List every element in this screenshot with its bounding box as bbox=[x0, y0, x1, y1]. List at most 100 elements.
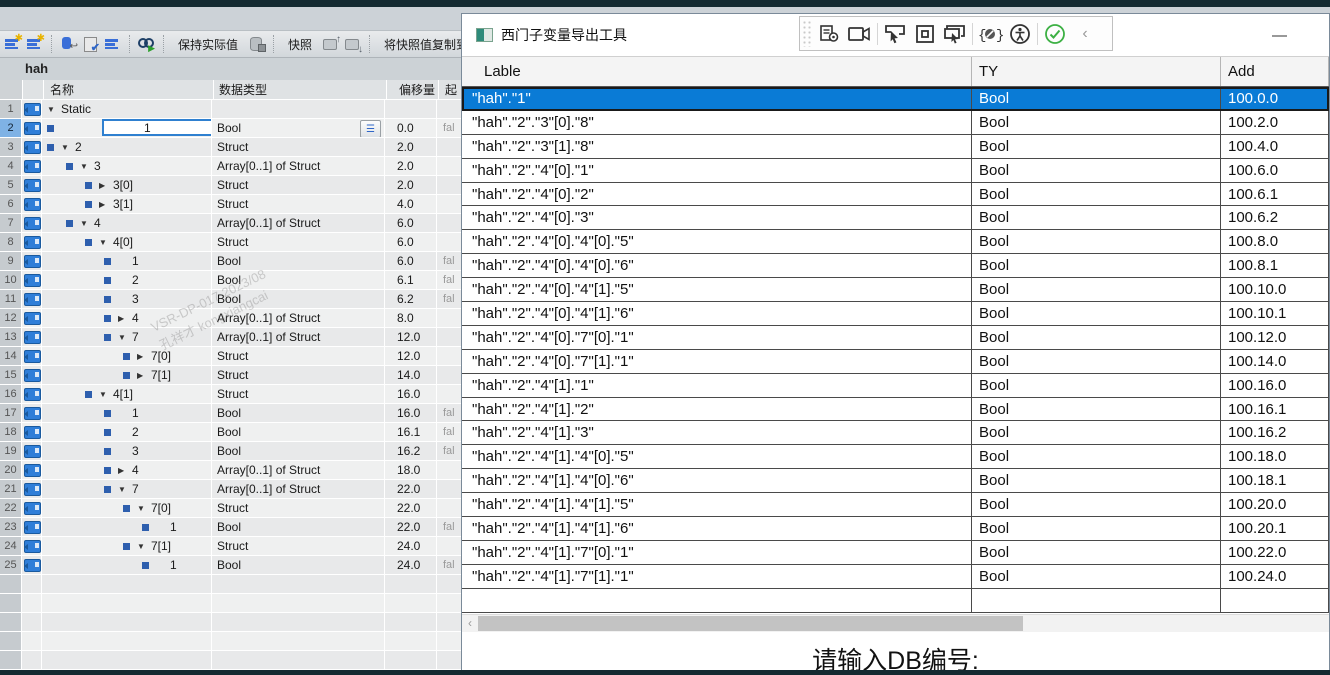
collapse-icon[interactable]: ▼ bbox=[118, 333, 132, 342]
export-row[interactable]: "hah"."2"."4"[1]."1"Bool100.16.0 bbox=[462, 374, 1329, 398]
snapshot-upload-icon[interactable]: ↑ bbox=[322, 36, 340, 52]
name-cell[interactable]: ▼7[0] bbox=[42, 499, 212, 518]
name-cell[interactable]: ▶7[0] bbox=[42, 347, 212, 366]
drag-handle[interactable] bbox=[802, 20, 812, 47]
name-cell[interactable]: ▼4 bbox=[42, 214, 212, 233]
datatype-cell[interactable]: Struct bbox=[212, 537, 385, 556]
select-element-icon[interactable] bbox=[880, 21, 910, 47]
expand-icon[interactable]: ▶ bbox=[99, 200, 113, 209]
name-cell[interactable]: 3 bbox=[42, 290, 212, 309]
add-column-header[interactable]: Add bbox=[1221, 57, 1329, 86]
name-column-header[interactable]: 名称 bbox=[44, 80, 214, 100]
datatype-cell[interactable]: Struct bbox=[212, 176, 385, 195]
name-cell[interactable]: ▼7 bbox=[42, 480, 212, 499]
snapshot-download-icon[interactable]: ↓ bbox=[344, 36, 362, 52]
datatype-cell[interactable]: Bool bbox=[212, 271, 385, 290]
keep-actual-values-button[interactable]: 保持实际值 bbox=[172, 36, 244, 53]
datatype-picker-button[interactable]: ☰ bbox=[360, 120, 381, 138]
keep-value-icon[interactable]: ↩ bbox=[60, 36, 78, 52]
name-cell[interactable]: ▶4 bbox=[42, 461, 212, 480]
select-window-icon[interactable] bbox=[940, 21, 970, 47]
name-cell[interactable]: ▼2 bbox=[42, 138, 212, 157]
accessibility-icon[interactable] bbox=[1005, 21, 1035, 47]
monitor-icon[interactable]: ▶ bbox=[138, 36, 156, 52]
collapse-icon[interactable]: ▼ bbox=[47, 105, 61, 114]
minimize-button[interactable]: — bbox=[1272, 27, 1287, 44]
name-edit-input[interactable]: 1 bbox=[102, 119, 212, 136]
name-cell[interactable]: 1 bbox=[42, 119, 212, 138]
scroll-left-arrow-icon[interactable]: ‹ bbox=[462, 616, 478, 630]
datatype-cell[interactable] bbox=[212, 100, 385, 119]
export-row[interactable]: "hah"."2"."4"[1]."4"[0]."6"Bool100.18.1 bbox=[462, 469, 1329, 493]
datatype-cell[interactable]: Bool☰ bbox=[212, 119, 385, 138]
inspect-target-icon[interactable] bbox=[815, 21, 845, 47]
export-row[interactable]: "hah"."2"."4"[0]."4"[1]."5"Bool100.10.0 bbox=[462, 278, 1329, 302]
db-lock-icon[interactable] bbox=[248, 36, 266, 52]
export-row[interactable]: "hah"."2"."3"[0]."8"Bool100.2.0 bbox=[462, 111, 1329, 135]
name-cell[interactable]: 1 bbox=[42, 404, 212, 423]
name-cell[interactable]: ▼7[1] bbox=[42, 537, 212, 556]
datatype-cell[interactable]: Bool bbox=[212, 290, 385, 309]
name-cell[interactable]: ▶4 bbox=[42, 309, 212, 328]
collapse-icon[interactable]: ‹ bbox=[1070, 21, 1100, 47]
datatype-cell[interactable]: Struct bbox=[212, 366, 385, 385]
collapse-icon[interactable]: ▼ bbox=[99, 390, 113, 399]
add-row-icon[interactable]: ✱ bbox=[26, 36, 44, 52]
ty-column-header[interactable]: TY bbox=[972, 57, 1221, 86]
export-row[interactable]: "hah"."2"."4"[1]."3"Bool100.16.2 bbox=[462, 421, 1329, 445]
datatype-cell[interactable]: Struct bbox=[212, 195, 385, 214]
datatype-cell[interactable]: Bool bbox=[212, 252, 385, 271]
expand-icon[interactable]: ▶ bbox=[137, 352, 151, 361]
export-row[interactable]: "hah"."2"."4"[0]."7"[0]."1"Bool100.12.0 bbox=[462, 326, 1329, 350]
name-cell[interactable]: ▼7 bbox=[42, 328, 212, 347]
offset-column-header[interactable]: 偏移量 bbox=[387, 80, 439, 100]
expand-icon[interactable]: ▶ bbox=[137, 371, 151, 380]
expand-icon[interactable]: ▶ bbox=[118, 466, 132, 475]
name-cell[interactable]: ▼4[0] bbox=[42, 233, 212, 252]
expand-icon[interactable]: ▶ bbox=[118, 314, 132, 323]
export-row[interactable]: "hah"."2"."4"[0]."4"[0]."6"Bool100.8.1 bbox=[462, 254, 1329, 278]
datatype-cell[interactable]: Array[0..1] of Struct bbox=[212, 214, 385, 233]
collapse-icon[interactable]: ▼ bbox=[80, 162, 94, 171]
export-row[interactable]: "hah"."2"."4"[1]."7"[1]."1"Bool100.24.0 bbox=[462, 565, 1329, 589]
code-braces-icon[interactable]: {} bbox=[975, 21, 1005, 47]
datatype-cell[interactable]: Array[0..1] of Struct bbox=[212, 157, 385, 176]
export-row[interactable]: "hah"."2"."4"[0]."3"Bool100.6.2 bbox=[462, 206, 1329, 230]
datatype-cell[interactable]: Bool bbox=[212, 556, 385, 575]
name-cell[interactable]: ▼3 bbox=[42, 157, 212, 176]
export-row[interactable]: "hah"."2"."4"[0]."4"[0]."5"Bool100.8.0 bbox=[462, 230, 1329, 254]
collapse-icon[interactable]: ▼ bbox=[61, 143, 75, 152]
collapse-icon[interactable]: ▼ bbox=[99, 238, 113, 247]
collapse-icon[interactable]: ▼ bbox=[118, 485, 132, 494]
sort-lines-icon[interactable] bbox=[104, 36, 122, 52]
datatype-cell[interactable]: Struct bbox=[212, 385, 385, 404]
select-region-icon[interactable] bbox=[910, 21, 940, 47]
datatype-cell[interactable]: Bool bbox=[212, 423, 385, 442]
horizontal-scrollbar[interactable]: ‹ bbox=[462, 614, 1329, 632]
datatype-cell[interactable]: Struct bbox=[212, 347, 385, 366]
export-row[interactable]: "hah"."2"."4"[1]."2"Bool100.16.1 bbox=[462, 398, 1329, 422]
datatype-cell[interactable]: Bool bbox=[212, 404, 385, 423]
collapse-icon[interactable]: ▼ bbox=[80, 219, 94, 228]
export-row[interactable]: "hah"."2"."4"[1]."4"[0]."5"Bool100.18.0 bbox=[462, 445, 1329, 469]
scrollbar-thumb[interactable] bbox=[478, 616, 1023, 631]
name-cell[interactable]: ▶3[0] bbox=[42, 176, 212, 195]
name-cell[interactable]: 1 bbox=[42, 518, 212, 537]
collapse-icon[interactable]: ▼ bbox=[137, 504, 151, 513]
name-cell[interactable]: 3 bbox=[42, 442, 212, 461]
name-cell[interactable]: ▶3[1] bbox=[42, 195, 212, 214]
lable-column-header[interactable]: Lable bbox=[462, 57, 972, 86]
name-cell[interactable]: ▶7[1] bbox=[42, 366, 212, 385]
export-row[interactable]: "hah"."2"."4"[0]."4"[1]."6"Bool100.10.1 bbox=[462, 302, 1329, 326]
expand-icon[interactable]: ▶ bbox=[99, 181, 113, 190]
name-cell[interactable]: 2 bbox=[42, 423, 212, 442]
export-row[interactable]: "hah"."2"."4"[1]."4"[1]."6"Bool100.20.1 bbox=[462, 517, 1329, 541]
datatype-cell[interactable]: Array[0..1] of Struct bbox=[212, 309, 385, 328]
export-row[interactable]: "hah"."2"."4"[1]."7"[0]."1"Bool100.22.0 bbox=[462, 541, 1329, 565]
name-cell[interactable]: 1 bbox=[42, 252, 212, 271]
export-row[interactable]: "hah"."1"Bool100.0.0 bbox=[462, 87, 1329, 111]
datatype-column-header[interactable]: 数据类型 bbox=[214, 80, 387, 100]
confirm-icon[interactable] bbox=[1040, 21, 1070, 47]
export-row[interactable]: "hah"."2"."4"[1]."4"[1]."5"Bool100.20.0 bbox=[462, 493, 1329, 517]
name-cell[interactable]: ▼Static bbox=[42, 100, 212, 119]
